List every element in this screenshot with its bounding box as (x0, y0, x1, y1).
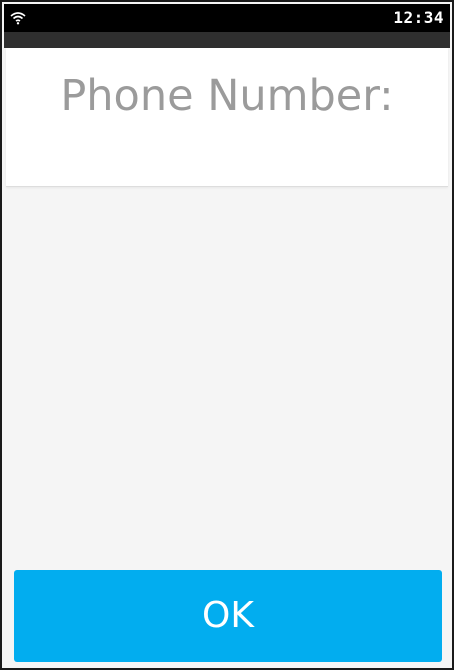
status-bar: 12:34 (4, 4, 450, 32)
app-toolbar (4, 32, 450, 48)
device-screen: 12:34 Phone Number: OK (0, 0, 454, 670)
phone-number-label: Phone Number: (60, 71, 394, 121)
wifi-icon (10, 10, 26, 25)
status-time: 12:34 (393, 8, 444, 27)
phone-number-panel: Phone Number: (6, 48, 448, 187)
ok-button[interactable]: OK (14, 570, 442, 662)
